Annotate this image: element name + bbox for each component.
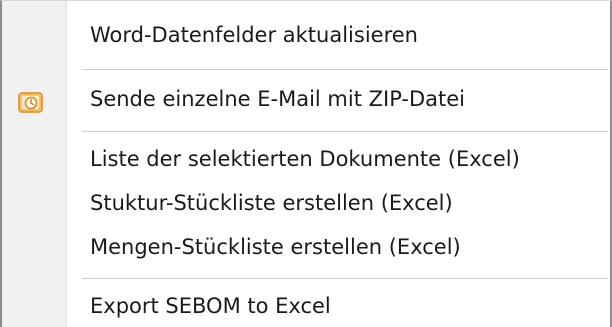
menu-item-label: Word-Datenfelder aktualisieren [90, 23, 418, 47]
menu-item-update-word-fields[interactable]: Word-Datenfelder aktualisieren [2, 13, 610, 57]
menu-item-selected-documents-list[interactable]: Liste der selektierten Dokumente (Excel) [2, 137, 610, 181]
menu-item-export-sebom[interactable]: Export SEBOM to Excel [2, 284, 610, 327]
menu-separator [82, 278, 608, 280]
menu-item-label: Mengen-Stückliste erstellen (Excel) [90, 235, 461, 259]
menu-item-label: Sende einzelne E-Mail mit ZIP-Datei [90, 87, 465, 111]
menu-item-label: Liste der selektierten Dokumente (Excel) [90, 147, 520, 171]
context-menu: Word-Datenfelder aktualisieren Sende ein… [0, 0, 612, 327]
menu-item-send-email-zip[interactable]: Sende einzelne E-Mail mit ZIP-Datei [2, 77, 610, 121]
menu-item-structure-bom[interactable]: Stuktur-Stückliste erstellen (Excel) [2, 181, 610, 225]
menu-item-quantity-bom[interactable]: Mengen-Stückliste erstellen (Excel) [2, 225, 610, 269]
menu-item-label: Export SEBOM to Excel [90, 294, 331, 318]
menu-item-label: Stuktur-Stückliste erstellen (Excel) [90, 191, 453, 215]
menu-separator [82, 131, 608, 133]
email-zip-icon [18, 86, 44, 113]
menu-separator [82, 69, 608, 71]
